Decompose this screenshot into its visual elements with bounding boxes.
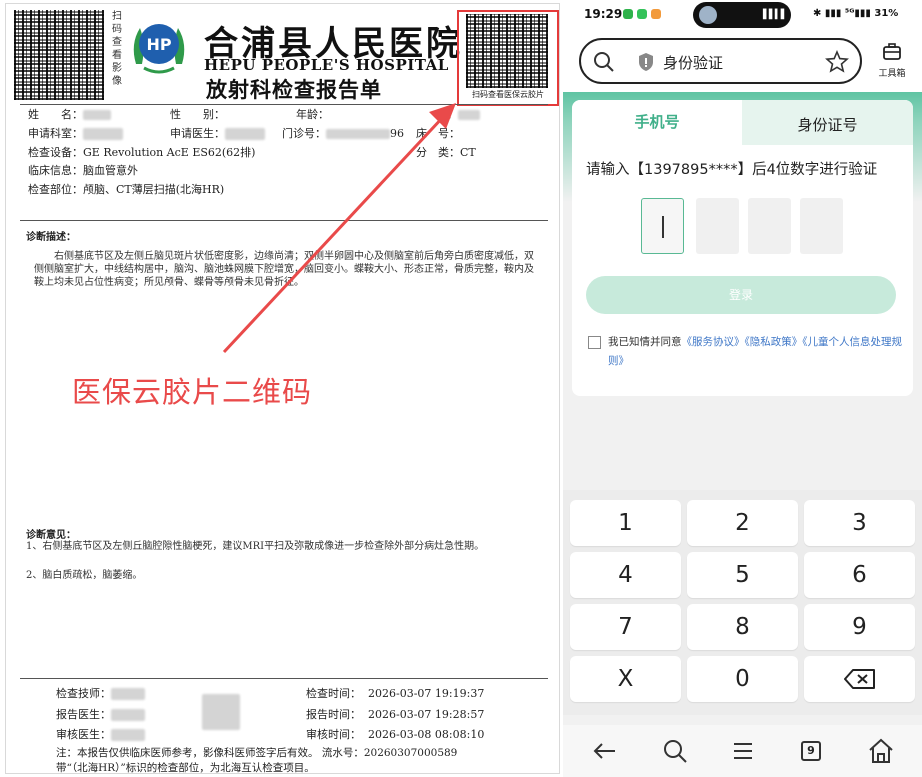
backspace-key[interactable] [804, 656, 915, 702]
medical-cloud-film-qr-code[interactable] [466, 14, 548, 88]
report-note-2: 带“（北海HR）”标识的检查部位，为北海互认检查项目。 [56, 762, 315, 774]
verification-prompt: 请输入【1397895****】后4位数字进行验证 [586, 162, 878, 178]
dept-field: 申请科室： [28, 125, 123, 141]
numeric-keypad: 1 2 3 4 5 6 7 8 9 X 0 [563, 490, 922, 715]
tab-phone-number[interactable]: 手机号 [572, 100, 742, 145]
bed-field: 床 号： [416, 127, 460, 140]
search-icon[interactable] [659, 735, 691, 767]
section-divider [20, 220, 548, 221]
annotation-label: 医保云胶片二维码 [72, 375, 313, 409]
svg-text:HP: HP [146, 35, 171, 54]
category-field: 分 类：CT [416, 146, 476, 159]
text-caret [662, 216, 664, 238]
key-2[interactable]: 2 [687, 500, 798, 546]
clinical-field: 临床信息：脑血管意外 [28, 164, 138, 177]
key-8[interactable]: 8 [687, 604, 798, 650]
key-6[interactable]: 6 [804, 552, 915, 598]
sex-field: 性 别： [170, 108, 225, 121]
key-5[interactable]: 5 [687, 552, 798, 598]
browser-nav-bar: 9 [563, 725, 922, 777]
age-field: 年龄： [296, 108, 329, 121]
report-time-field: 报告时间： 2026-03-07 19:28:57 [306, 708, 485, 721]
star-icon[interactable] [825, 50, 849, 74]
scan-to-view-caption: 扫码查看影像 [112, 11, 122, 87]
code-digit-4[interactable] [800, 198, 843, 254]
image-qr-code[interactable] [14, 10, 104, 100]
opinion-2: 2、脑白质疏松，脑萎缩。 [26, 570, 143, 581]
code-digit-3[interactable] [748, 198, 791, 254]
report-title: 放射科检查报告单 [206, 77, 382, 102]
app-notification-icon [637, 9, 647, 19]
exam-part-field: 检查部位：颅脑、CT薄层扫描(北海HR) [28, 183, 225, 196]
exam-time-field: 检查时间： 2026-03-07 19:19:37 [306, 687, 485, 700]
reviewer-field: 审核医生： [56, 726, 145, 742]
dynamic-island: ▌▌▍▌ [693, 2, 791, 28]
doctor-field: 申请医生： [170, 125, 265, 141]
status-bar: 19:29 ▌▌▍▌ ✱ ▮▮▮ ⁵ᴳ▮▮▮ 31% [563, 0, 922, 30]
code-digit-2[interactable] [696, 198, 739, 254]
key-1[interactable]: 1 [570, 500, 681, 546]
toolbox-button[interactable]: 工具箱 [868, 42, 916, 82]
status-time: 19:29 [584, 7, 623, 21]
app-notification-icon-2 [651, 9, 661, 19]
outpatient-field: 门诊号： 96 [282, 127, 404, 140]
key-9[interactable]: 9 [804, 604, 915, 650]
device-field: 检查设备：GE Revolution AcE ES62(62排) [28, 146, 256, 159]
reporter-field: 报告医生： [56, 706, 145, 722]
diagnosis-heading: 诊断描述： [26, 232, 76, 243]
audio-wave-icon: ▌▌▍▌ [763, 10, 788, 20]
home-icon[interactable] [865, 735, 897, 767]
browser-top-bar: 身份验证 工具箱 [563, 30, 922, 92]
tab-id-card[interactable]: 身份证号 [742, 100, 913, 145]
search-icon[interactable] [593, 51, 615, 73]
page-title: 身份验证 [663, 54, 724, 72]
hospital-name-en: HEPU PEOPLE'S HOSPITAL [204, 56, 449, 74]
report-sheet: 扫码查看影像 HP 合浦县人民医院 HEPU PEOPLE'S HOSPITAL… [5, 3, 560, 774]
shield-icon [639, 53, 653, 71]
backspace-icon [844, 669, 875, 689]
key-x[interactable]: X [570, 656, 681, 702]
tabs-button[interactable]: 9 [795, 735, 827, 767]
review-time-field: 审核时间： 2026-03-08 08:08:10 [306, 728, 485, 741]
code-digit-1[interactable] [641, 198, 684, 254]
key-0[interactable]: 0 [687, 656, 798, 702]
exam-no-field: 号： [436, 106, 480, 122]
technician-field: 检查技师： [56, 685, 145, 701]
opinion-heading: 诊断意见： [26, 530, 76, 541]
back-arrow-icon[interactable] [589, 735, 621, 767]
opinion-1: 1、右侧基底节区及左侧丘脑腔隙性脑梗死，建议MRI平扫及弥散成像进一步检查除外部… [26, 541, 485, 552]
key-7[interactable]: 7 [570, 604, 681, 650]
signature-image [202, 694, 240, 730]
media-thumbnail-icon [699, 6, 717, 24]
agree-checkbox[interactable] [588, 336, 601, 349]
privacy-policy-link[interactable]: 《隐私政策》 [745, 336, 803, 348]
name-field: 姓 名： [28, 106, 111, 122]
service-agreement-link[interactable]: 《服务协议》 [682, 336, 745, 348]
toolbox-icon [883, 43, 901, 60]
menu-icon[interactable] [727, 735, 759, 767]
report-note: 注：本报告仅供临床医师参考，影像科医师签字后有效。 流水号：2026030700… [56, 747, 458, 759]
toolbox-label: 工具箱 [878, 69, 906, 79]
tab-count-icon: 9 [801, 741, 821, 761]
hospital-logo-icon: HP [133, 24, 185, 74]
phone-screen: 19:29 ▌▌▍▌ ✱ ▮▮▮ ⁵ᴳ▮▮▮ 31% 身份验证 工具箱 身份证号… [563, 0, 922, 777]
signature-divider [20, 678, 548, 679]
login-button[interactable]: 登录 [586, 276, 896, 314]
agreement-text: 我已知情并同意《服务协议》《隐私政策》《儿童个人信息处理规则》 [608, 336, 902, 367]
verification-card: 身份证号 手机号 请输入【1397895****】后4位数字进行验证 登录 我已… [572, 100, 913, 396]
wechat-icon [623, 9, 633, 19]
qr-caption: 扫码查看医保云胶片 [472, 90, 544, 99]
key-3[interactable]: 3 [804, 500, 915, 546]
header-divider [20, 104, 548, 105]
key-4[interactable]: 4 [570, 552, 681, 598]
diagnosis-text: 右侧基底节区及左侧丘脑见斑片状低密度影，边缘尚清；双侧半卵圆中心及侧脑室前后角旁… [34, 251, 534, 288]
status-indicators: ✱ ▮▮▮ ⁵ᴳ▮▮▮ 31% [813, 8, 899, 19]
address-bar[interactable]: 身份验证 [579, 38, 862, 84]
